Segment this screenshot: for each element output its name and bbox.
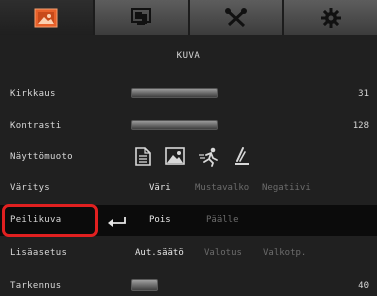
row-label: Kirkkaus bbox=[10, 89, 56, 99]
contrast-value: 128 bbox=[352, 121, 369, 131]
tab-settings[interactable] bbox=[284, 0, 377, 35]
option-valotus[interactable]: Valotus bbox=[204, 248, 242, 258]
enter-icon bbox=[108, 217, 126, 227]
focus-value: 40 bbox=[358, 281, 369, 291]
contrast-slider[interactable] bbox=[131, 120, 218, 130]
option-aut-saato[interactable]: Aut.säätö bbox=[135, 248, 184, 258]
row-label: Tarkennus bbox=[10, 281, 62, 291]
tab-display[interactable] bbox=[94, 0, 190, 35]
selection-highlight-box bbox=[2, 204, 98, 237]
option-pois[interactable]: Pois bbox=[149, 215, 171, 225]
row-label: Väritys bbox=[10, 183, 51, 193]
menu-row-nayttomuoto[interactable]: Näyttömuoto bbox=[0, 142, 377, 173]
motion-mode-icon[interactable] bbox=[198, 147, 220, 167]
row-label: Kontrasti bbox=[10, 121, 62, 131]
menu-tab-bar bbox=[0, 0, 377, 35]
settings-gear-icon bbox=[320, 7, 341, 28]
section-title: KUVA bbox=[176, 51, 201, 61]
document-mode-icon[interactable] bbox=[135, 147, 151, 166]
tab-tools[interactable] bbox=[189, 0, 285, 35]
option-mustavalko[interactable]: Mustavalko bbox=[195, 183, 249, 193]
tools-tab-icon bbox=[224, 7, 247, 27]
option-valkotp[interactable]: Valkotp. bbox=[263, 248, 306, 258]
display-tab-icon bbox=[131, 7, 152, 25]
menu-row-kontrasti[interactable]: Kontrasti 128 bbox=[0, 111, 377, 142]
picture-tab-icon bbox=[34, 8, 58, 27]
option-negatiivi[interactable]: Negatiivi bbox=[262, 183, 311, 193]
tab-picture[interactable] bbox=[0, 0, 95, 35]
row-label: Näyttömuoto bbox=[10, 152, 73, 162]
brightness-slider[interactable] bbox=[131, 88, 218, 98]
menu-row-kirkkaus[interactable]: Kirkkaus 31 bbox=[0, 79, 377, 110]
option-paalle[interactable]: Päälle bbox=[206, 215, 239, 225]
menu-row-tarkennus[interactable]: Tarkennus 40 bbox=[0, 271, 377, 296]
sharpness-mode-icon[interactable] bbox=[233, 147, 251, 167]
menu-row-lisaasetus[interactable]: Lisäasetus Aut.säätö Valotus Valkotp. bbox=[0, 238, 377, 269]
option-vari[interactable]: Väri bbox=[149, 183, 171, 193]
picture-mode-icon[interactable] bbox=[165, 147, 185, 165]
focus-slider[interactable] bbox=[131, 279, 158, 291]
brightness-value: 31 bbox=[358, 89, 369, 99]
menu-row-varitys[interactable]: Väritys Väri Mustavalko Negatiivi bbox=[0, 173, 377, 204]
row-label: Lisäasetus bbox=[10, 248, 68, 258]
osd-menu: KUVA Kirkkaus 31 Kontrasti 128 Näyttömuo… bbox=[0, 0, 377, 296]
